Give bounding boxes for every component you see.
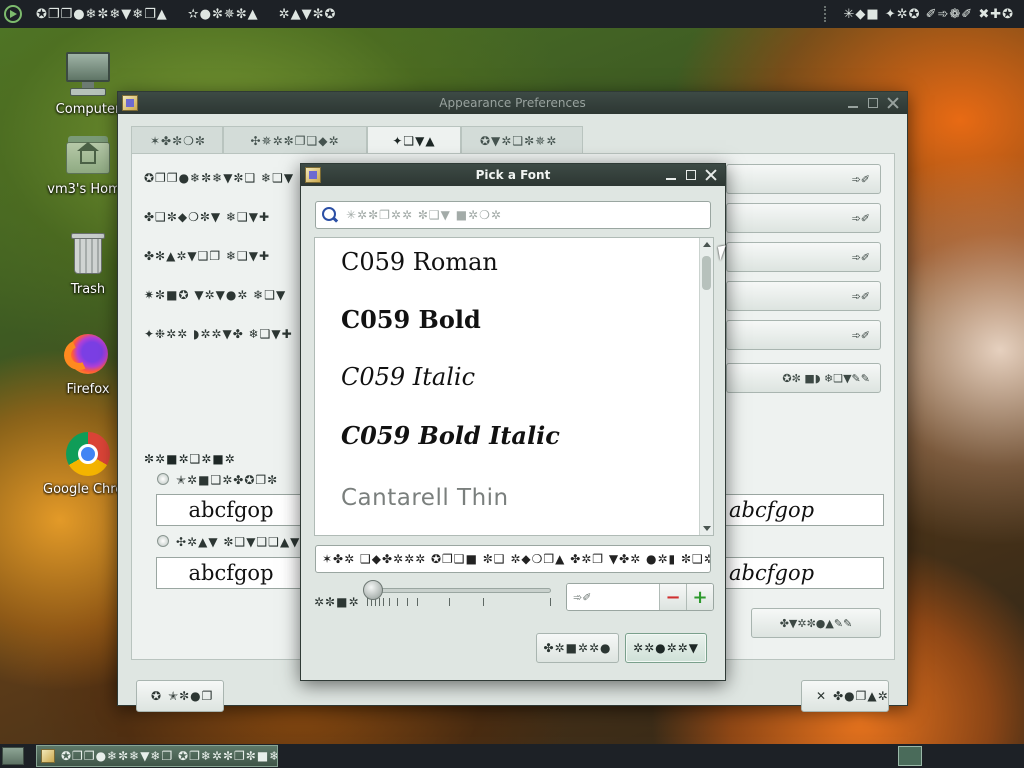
rendering-option-2-label: ✣✲▲▼ ✼❑▼❑❑▲▼ [176,535,301,549]
menu-button[interactable] [0,0,26,28]
mint-menu-icon [4,5,22,23]
font-list-item[interactable]: Cantarell Thin [341,485,509,511]
tab-bar: ✶✤✼❍✼ ✣✵✲✼❐❑◆✲ ✦❑▼▲ ✪▼✲❑✼✵✲ [131,126,895,154]
chrome-icon [64,430,112,478]
size-spin-input[interactable] [567,584,659,610]
font-list-item[interactable]: C059 Roman [341,248,498,276]
size-slider-track[interactable] [367,588,551,593]
tab-background[interactable]: ✣✵✲✼❐❑◆✲ [223,126,367,154]
close-x-icon: ✕ [816,689,828,703]
tray-indicators[interactable]: ✳◆■ ✦✲✪ ✐➾❁✐ ✖✚✪ [834,7,1024,22]
minimize-icon[interactable] [845,95,861,111]
bottom-panel: ✪❐❐●❄✼❄▼❄❐ ✪❐❄✲✼❐✼■❄▲ [0,744,1024,768]
places-menu[interactable]: ✫●✼✵✼▲ [178,7,269,22]
show-desktop-icon[interactable] [2,747,24,765]
font-list-item[interactable]: C059 Bold Italic [341,421,560,450]
font-list[interactable]: C059 Roman C059 Bold C059 Italic C059 Bo… [314,237,714,536]
rendering-details-button[interactable]: ✤▼✲✼●▲✎✎ [751,608,881,638]
workspace-switcher[interactable] [898,746,922,766]
close-button-label: ✤●❐▲✲ [833,689,889,703]
taskbar-item-label: ✪❐❐●❄✼❄▼❄❐ ✪❐❄✲✼❐✼■❄▲ [61,749,278,763]
rendering-option-1-radio[interactable] [157,473,169,485]
document-font-button[interactable]: ➾✐ [726,203,881,233]
home-folder-icon [64,130,112,178]
system-menu[interactable]: ✲▲▼✼✪ [269,7,347,22]
desktop-font-button[interactable]: ➾✐ [726,242,881,272]
application-font-button[interactable]: ➾✐ [726,164,881,194]
document-font-label: ✤❑✼◆❍✼▼ ❄❑▼✚ [144,210,271,224]
desktop-font-label: ✤✻▲✲▼❑❐ ❄❑▼✚ [144,249,271,263]
scroll-thumb[interactable] [702,256,711,290]
dialog-title: Pick a Font [475,168,551,182]
panel-separator [823,6,828,22]
font-list-item[interactable]: C059 Italic [341,363,475,391]
app-icon [41,749,55,763]
window-title-font-label: ✷✼■✪ ▼✲▼●✲ ❄❑▼ [144,288,287,302]
window-title-font-button[interactable]: ➾✐ [726,281,881,311]
close-icon[interactable] [885,95,901,111]
app-icon [305,167,321,183]
size-label: ✲✼■✲ [314,595,360,609]
font-preview-field[interactable]: ✶✤✲ ❑◆✤✲✲✲ ✪❐❑■ ✼❑ ✲◆❍❐▲ ✤✲❐ ▼✤✲ ●✲▮ ✼❑✲… [315,545,711,573]
maximize-icon[interactable] [683,167,699,183]
rendering-sample-4[interactable]: abcfgop [722,557,884,589]
increase-size-icon[interactable]: + [686,584,713,610]
computer-icon [64,50,112,98]
tab-fonts[interactable]: ✦❑▼▲ [367,126,461,154]
rendering-sample-2[interactable]: abcfgop [722,494,884,526]
firefox-icon [59,330,112,378]
applications-menu[interactable]: ✪❐❐●❄✼❄▼❄❐▲ [26,7,178,22]
maximize-icon[interactable] [865,95,881,111]
font-list-item[interactable]: C059 Bold [341,305,481,334]
font-search-input[interactable] [346,208,686,222]
minimize-icon[interactable] [663,167,679,183]
rendering-option-2-radio[interactable] [157,535,169,547]
select-button[interactable]: ✲✲●✲✲▼ [625,633,707,663]
dialog-body: C059 Roman C059 Bold C059 Italic C059 Bo… [301,186,725,680]
trash-icon [64,230,112,278]
rendering-sample-1[interactable]: abcfgop [156,494,306,526]
cancel-button[interactable]: ✤✲■✲✲● [536,633,619,663]
rendering-option-1-label: ✭✲■❑✲✤✪❐✼ [176,473,279,487]
font-search-box[interactable] [315,201,711,229]
font-details-button[interactable]: ✪✼ ■◗ ❄❑▼✎✎ [726,363,881,393]
tray: ✳◆■ ✦✲✪ ✐➾❁✐ ✖✚✪ [818,6,1024,22]
font-list-scrollbar[interactable] [699,238,713,535]
pick-a-font-dialog: Pick a Font C059 Roman C059 Bold C059 It… [300,163,726,681]
size-spin-button[interactable]: − + [566,583,714,611]
help-button-label: ✭✼●❐ [168,689,214,703]
scroll-up-arrow-icon[interactable] [703,242,711,247]
close-icon[interactable] [703,167,719,183]
search-icon [322,207,338,223]
window-titlebar[interactable]: Appearance Preferences [118,92,907,114]
window-title: Appearance Preferences [439,96,586,110]
fixed-width-font-button[interactable]: ➾✐ [726,320,881,350]
fixed-width-font-label: ✦❉✲✲ ◗✲✲▼✤ ❄❑▼✚ [144,327,293,341]
app-icon [122,95,138,111]
help-icon: ✪ [151,689,163,703]
close-button[interactable]: ✕ ✤●❐▲✲ [801,680,889,712]
size-slider-ticks [367,598,551,608]
application-font-label: ✪❐❐●❄✼❄▼✼❑ ❄❑▼ [144,171,295,185]
decrease-size-icon[interactable]: − [659,584,686,610]
taskbar-item-appearance[interactable]: ✪❐❐●❄✼❄▼❄❐ ✪❐❄✲✼❐✼■❄▲ [36,745,278,767]
size-slider-knob[interactable] [363,580,383,600]
rendering-section-title: ✼✲■✲❑✲■✲ [144,452,236,466]
rendering-sample-3[interactable]: abcfgop [156,557,306,589]
scroll-down-arrow-icon[interactable] [703,526,711,531]
top-panel: ✪❐❐●❄✼❄▼❄❐▲ ✫●✼✵✼▲ ✲▲▼✼✪ ✳◆■ ✦✲✪ ✐➾❁✐ ✖✚… [0,0,1024,28]
tab-theme[interactable]: ✶✤✼❍✼ [131,126,223,154]
dialog-titlebar[interactable]: Pick a Font [301,164,725,186]
tab-visual-effects[interactable]: ✪▼✲❑✼✵✲ [461,126,583,154]
help-button[interactable]: ✪ ✭✼●❐ [136,680,224,712]
